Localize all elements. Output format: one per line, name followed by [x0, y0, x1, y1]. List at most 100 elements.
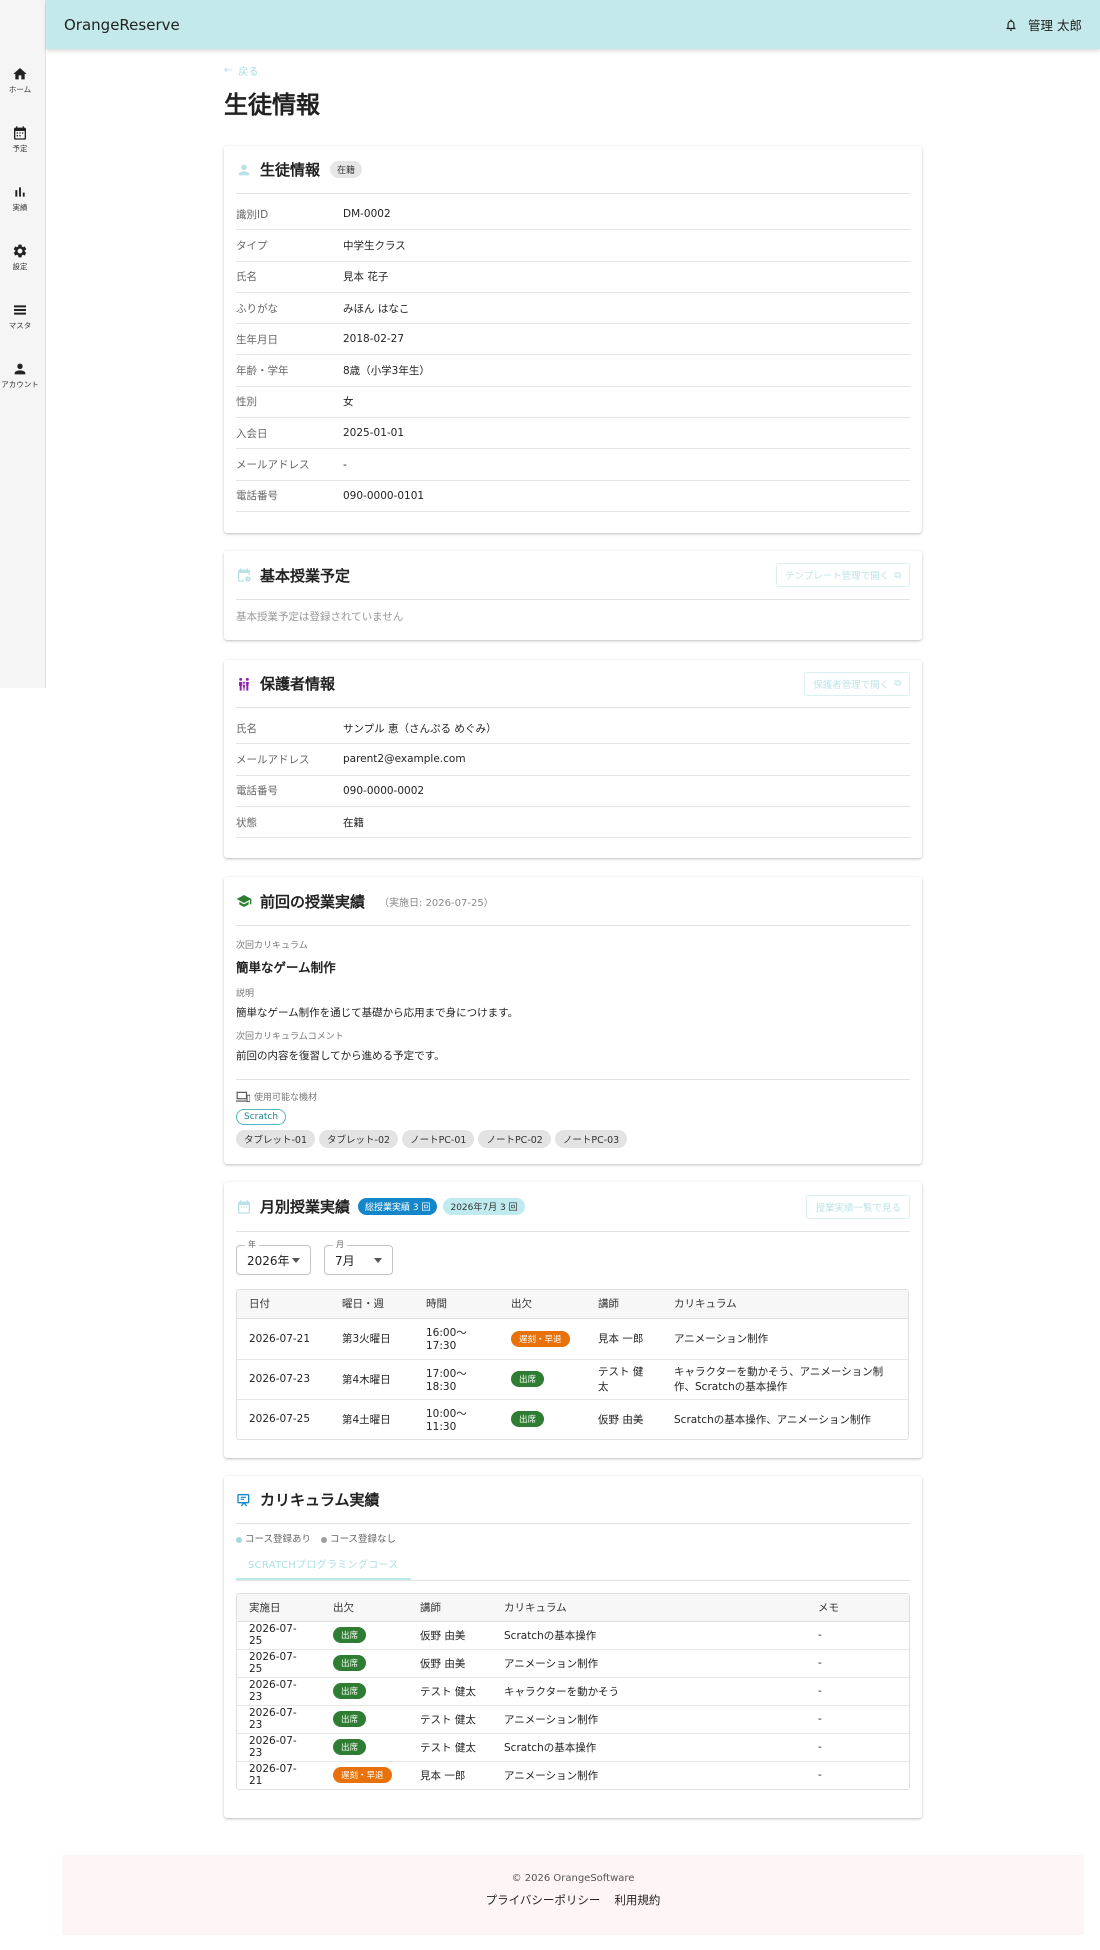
- detail-value: 在籍: [343, 816, 364, 829]
- last-lesson-body: 次回カリキュラム 簡単なゲーム制作 説明 簡単なゲーム制作を通じて基礎から応用ま…: [236, 926, 910, 1148]
- attendance-badge: 出席: [333, 1627, 367, 1643]
- table-row[interactable]: 2026-07-25 出席 仮野 由美 アニメーション制作 -: [237, 1649, 909, 1678]
- detail-value: 090-0000-0101: [343, 489, 425, 502]
- detail-key: 入会日: [236, 427, 268, 440]
- cell-curriculum: アニメーション制作: [492, 1649, 806, 1678]
- sidebar-item-results[interactable]: 実績: [0, 184, 40, 213]
- legend-label: コース登録なし: [330, 1534, 397, 1545]
- table-row[interactable]: 2026-07-23 第4木曜日 17:00〜 18:30 出席 テスト 健太 キ…: [237, 1359, 908, 1400]
- cell-attendance: 出席: [499, 1359, 586, 1400]
- cell-memo: -: [806, 1649, 909, 1678]
- cell-teacher: 見本 一郎: [586, 1318, 662, 1360]
- month-select-caption: 月: [333, 1239, 347, 1250]
- cell-time: 17:00〜 18:30: [414, 1359, 499, 1400]
- column-header: 講師: [408, 1594, 492, 1622]
- curriculum-line: 作、Scratchの基本操作: [674, 1381, 788, 1393]
- cell-date: 2026-07-25: [237, 1649, 321, 1678]
- detail-key: 氏名: [236, 271, 257, 284]
- terms-link[interactable]: 利用規約: [614, 1892, 660, 1908]
- table-row[interactable]: 2026-07-21 遅刻・早退 見本 一郎 アニメーション制作 -: [237, 1761, 909, 1789]
- detail-value: 2025-01-01: [343, 427, 405, 440]
- attendance-badge: 遅刻・早退: [511, 1330, 570, 1347]
- month-select[interactable]: 月 7月: [324, 1239, 393, 1275]
- tab-scratch-course[interactable]: SCRATCHプログラミングコース: [236, 1552, 411, 1580]
- description-label: 説明: [236, 989, 255, 999]
- lesson-date-note: （実施日: 2026-07-25）: [379, 897, 494, 909]
- legend-dot: [321, 1536, 328, 1543]
- column-header: 日付: [237, 1290, 330, 1319]
- guardian-row-email: メールアドレス parent2@example.com: [236, 744, 910, 776]
- attendance-badge: 出席: [333, 1683, 367, 1699]
- last-lesson-card: 前回の授業実績 （実施日: 2026-07-25） 次回カリキュラム 簡単なゲー…: [224, 877, 922, 1164]
- cell-time: 10:00〜 11:30: [414, 1399, 499, 1439]
- table-row[interactable]: 2026-07-23 出席 テスト 健太 Scratchの基本操作 -: [237, 1733, 909, 1762]
- sidebar-item-master[interactable]: マスタ: [0, 302, 40, 331]
- cell-curriculum: キャラクターを動かそう、アニメーション制 作、Scratchの基本操作: [662, 1359, 908, 1400]
- software-tag: Scratch: [236, 1109, 287, 1125]
- equipment-label-text: 使用可能な機材: [254, 1093, 318, 1103]
- table-row[interactable]: 2026-07-23 出席 テスト 健太 キャラクターを動かそう -: [237, 1677, 909, 1706]
- divider: [236, 1079, 910, 1080]
- cell-teacher: テスト 健太: [586, 1359, 662, 1400]
- column-header: 曜日・週: [330, 1290, 414, 1319]
- cell-curriculum: アニメーション制作: [504, 1769, 599, 1782]
- sidebar-item-home[interactable]: ホーム: [0, 66, 40, 95]
- cell-attendance: 出席: [499, 1399, 586, 1439]
- open-template-management-button[interactable]: テンプレート管理で開く ⧉: [775, 563, 910, 587]
- card-title: 保護者情報: [260, 675, 336, 693]
- legend-dot: [236, 1536, 242, 1543]
- calendar-icon: [238, 1199, 250, 1214]
- cell-curriculum: アニメーション制作: [492, 1705, 806, 1734]
- table-row[interactable]: 2026-07-25 第4土曜日 10:00〜 11:30 出席 仮野 由美 Sc…: [237, 1399, 908, 1439]
- copyright: © 2026 OrangeSoftware: [511, 1873, 635, 1884]
- cell-teacher: テスト 健太: [408, 1733, 492, 1762]
- device-tag: タブレット-02: [319, 1130, 399, 1148]
- next-curriculum-label: 次回カリキュラム: [236, 941, 308, 951]
- detail-value: DM-0002: [343, 208, 391, 221]
- year-select-value: 2026年: [247, 1253, 290, 1268]
- device-tag: タブレット-01: [236, 1130, 316, 1148]
- table-row[interactable]: 2026-07-25 出席 仮野 由美 Scratchの基本操作 -: [237, 1621, 909, 1650]
- user-menu[interactable]: 管理 太郎: [1028, 15, 1082, 34]
- cell-teacher: テスト 健太: [408, 1705, 492, 1734]
- curriculum-line: アニメーション制作: [674, 1333, 769, 1345]
- card-title: 生徒情報: [260, 161, 321, 179]
- bell-icon[interactable]: [1004, 18, 1018, 32]
- year-select[interactable]: 年 2026年: [236, 1239, 311, 1275]
- detail-key: 氏名: [236, 722, 257, 735]
- back-link[interactable]: ← 戻る: [224, 62, 922, 78]
- guardian-row-name: 氏名 サンプル 恵（さんぷる めぐみ）: [236, 713, 910, 745]
- detail-key: ふりがな: [236, 302, 278, 315]
- privacy-policy-link[interactable]: プライバシーポリシー: [486, 1892, 601, 1908]
- curriculum-line: Scratchの基本操作、アニメーション制作: [674, 1413, 871, 1426]
- cell-date: 2026-07-21: [249, 1763, 297, 1788]
- card-header: 月別授業実績 総授業実績 3 回 2026年7月 3 回 授業実績一覧で見る: [236, 1182, 910, 1232]
- table-row[interactable]: 2026-07-23 出席 テスト 健太 アニメーション制作 -: [237, 1705, 909, 1734]
- cell-date: 2026-07-23: [237, 1733, 321, 1762]
- cell-date: 2026-07-23: [237, 1359, 330, 1400]
- time-end: 17:30: [426, 1340, 457, 1352]
- empty-schedule-message: 基本授業予定は登録されていません: [236, 611, 404, 623]
- detail-value: みほん はなこ: [343, 302, 410, 315]
- card-header: 基本授業予定 テンプレート管理で開く ⧉: [236, 551, 910, 600]
- gear-icon: [13, 244, 27, 258]
- bar-chart-icon: [15, 187, 25, 197]
- open-guardian-management-button[interactable]: 保護者管理で開く ⧉: [804, 671, 910, 696]
- basic-schedule-card: 基本授業予定 テンプレート管理で開く ⧉ 基本授業予定は登録されていません: [224, 551, 922, 640]
- cell-teacher: テスト 健太: [408, 1677, 492, 1706]
- table-row[interactable]: 2026-07-21 第3火曜日 16:00〜 17:30 遅刻・早退 見本 一郎…: [237, 1318, 908, 1360]
- sidebar-item-label: マスタ: [8, 321, 32, 330]
- sidebar-item-account[interactable]: アカウント: [0, 361, 40, 390]
- button-label: 保護者管理で開く: [813, 679, 890, 691]
- detail-row-gender: 性別 女: [236, 387, 910, 419]
- detail-key: 電話番号: [236, 490, 278, 503]
- sidebar-item-schedule[interactable]: 予定: [0, 125, 40, 154]
- course-tabs: SCRATCHプログラミングコース: [236, 1552, 910, 1581]
- person-icon: [238, 164, 250, 175]
- cell-attendance: 出席: [321, 1649, 408, 1678]
- top-app-bar: OrangeReserve 管理 太郎: [46, 0, 1100, 49]
- app-brand[interactable]: OrangeReserve: [64, 16, 180, 34]
- column-header: カリキュラム: [662, 1290, 908, 1319]
- open-lesson-results-button[interactable]: 授業実績一覧で見る: [806, 1194, 910, 1219]
- sidebar-item-settings[interactable]: 設定: [0, 243, 40, 272]
